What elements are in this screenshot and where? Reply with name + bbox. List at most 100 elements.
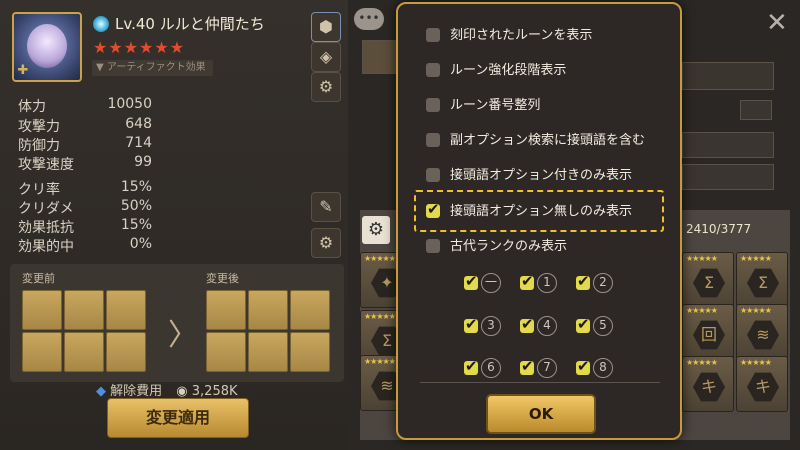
monster-level: Lv.40 [115, 15, 155, 33]
checkbox-checked[interactable] [464, 315, 478, 333]
checkbox-checked[interactable] [464, 272, 478, 290]
stat-label: 効果抵抗 [18, 220, 74, 236]
plus-icon: ✚ [17, 63, 29, 78]
rank-filter[interactable]: 2 [576, 272, 613, 293]
monster-name: ルルと仲間たち [159, 15, 265, 33]
rank-filter[interactable]: 6 [464, 357, 501, 378]
rune-item[interactable]: ★★★★★ ≋ [736, 304, 788, 360]
before-slot[interactable] [106, 290, 146, 330]
inventory-count: 2410/3777 [686, 222, 752, 236]
checkbox-checked[interactable] [464, 357, 478, 375]
checkbox-checked[interactable] [426, 200, 440, 218]
grindstone-tab-button[interactable]: ⚙ [311, 72, 341, 102]
artifact-effect-toggle[interactable]: ▼ アーティファクト効果 [92, 60, 213, 76]
after-slot[interactable] [206, 290, 246, 330]
rank-filter[interactable]: 4 [520, 315, 557, 336]
after-slot[interactable] [290, 290, 330, 330]
checkbox[interactable] [426, 62, 440, 77]
rune-stars: ★★★★★ [364, 254, 396, 263]
checkbox[interactable] [426, 238, 440, 253]
rune-icon: 回 [693, 320, 725, 350]
arrow-right-icon: 〉 [168, 318, 198, 353]
stat-value: 10050 [107, 96, 152, 112]
rune-icon: キ [693, 372, 725, 402]
rune-item[interactable]: ★★★★★ キ [682, 356, 734, 412]
divider [420, 382, 660, 383]
after-slot[interactable] [290, 332, 330, 372]
rune-item[interactable]: ★★★★★ キ [736, 356, 788, 412]
rune-icon: Σ [747, 268, 779, 298]
unlock-cost: ◆ 解除費用 ◉ 3,258K [96, 380, 238, 399]
after-slot[interactable] [206, 332, 246, 372]
option-label: 副オプション検索に接頭語を含む [450, 133, 646, 148]
set-dropdown[interactable] [682, 132, 774, 158]
monster-portrait[interactable]: ✚ [12, 12, 82, 82]
rank-filter[interactable]: 1 [520, 272, 557, 293]
stat-value: 50% [120, 198, 152, 214]
checkbox-checked[interactable] [520, 272, 534, 290]
monster-panel: ✚ Lv.40 ルルと仲間たち ★★★★★★ ▼ アーティファクト効果 体力 1… [0, 0, 348, 450]
stat-label: 体力 [18, 99, 46, 115]
checkbox-checked[interactable] [576, 272, 590, 290]
option-label: ルーン強化段階表示 [450, 63, 567, 78]
before-slot[interactable] [106, 332, 146, 372]
checkbox-checked[interactable] [576, 315, 590, 333]
rune-item[interactable]: ★★★★★ Σ [736, 252, 788, 308]
before-slot[interactable] [64, 332, 104, 372]
option-enhance-level[interactable]: ルーン強化段階表示 [426, 59, 566, 79]
stat-value: 15% [120, 179, 152, 195]
checkbox-checked[interactable] [520, 357, 534, 375]
rune-icon: Σ [693, 268, 725, 298]
rune-item[interactable]: ★★★★★ 回 [682, 304, 734, 360]
chat-icon[interactable]: ••• [354, 8, 384, 30]
checkbox[interactable] [426, 167, 440, 182]
rune-stars: ★★★★★ [686, 254, 718, 263]
apply-change-button[interactable]: 変更適用 [107, 398, 249, 438]
rune-icon: ≋ [747, 320, 779, 350]
stat-label: クリダメ [18, 201, 74, 217]
close-icon[interactable]: ✕ [766, 8, 788, 38]
option-ancient-rank-only[interactable]: 古代ランクのみ表示 [426, 235, 567, 255]
rank-number: 5 [593, 316, 613, 336]
artifact-tab-button[interactable]: ◈ [311, 42, 341, 72]
option-prefix-only[interactable]: 接頭語オプション付きのみ表示 [426, 164, 632, 184]
before-slot[interactable] [22, 332, 62, 372]
after-slot[interactable] [248, 332, 288, 372]
checkbox[interactable] [426, 132, 440, 147]
settings-gear-icon[interactable]: ⚙ [311, 228, 341, 258]
checkbox[interactable] [426, 27, 440, 42]
before-slot[interactable] [22, 290, 62, 330]
sort-dropdown[interactable] [682, 62, 774, 90]
rank-filter[interactable]: 7 [520, 357, 557, 378]
stat-label: 攻撃力 [18, 119, 60, 135]
option-no-prefix-only[interactable]: 接頭語オプション無しのみ表示 [426, 200, 632, 220]
rune-stars: ★★★★★ [740, 358, 772, 367]
rank-number: 2 [593, 273, 613, 293]
rank-filter[interactable]: 8 [576, 357, 613, 378]
rune-tab-button[interactable]: ⬢ [311, 12, 341, 42]
stat-label: クリ率 [18, 182, 60, 198]
edit-icon[interactable]: ✎ [311, 192, 341, 222]
option-label: 古代ランクのみ表示 [450, 239, 568, 254]
option-include-prefix-search[interactable]: 副オプション検索に接頭語を含む [426, 129, 645, 149]
rune-icon: キ [747, 372, 779, 402]
rank-filter[interactable]: 3 [464, 315, 501, 336]
rank-filter[interactable]: 5 [576, 315, 613, 336]
ok-button[interactable]: OK [486, 394, 596, 434]
rank-number: 1 [537, 273, 557, 293]
before-label: 変更前 [22, 272, 55, 285]
inventory-settings-icon[interactable]: ⚙ [362, 216, 390, 244]
before-slot[interactable] [64, 290, 104, 330]
slot-dropdown[interactable] [682, 164, 774, 190]
option-sort-by-number[interactable]: ルーン番号整列 [426, 94, 540, 114]
rune-item[interactable]: ★★★★★ Σ [682, 252, 734, 308]
crystal-icon: ◆ [96, 384, 106, 399]
grid-view-icon[interactable] [740, 100, 772, 120]
checkbox-checked[interactable] [520, 315, 534, 333]
after-slot[interactable] [248, 290, 288, 330]
checkbox[interactable] [426, 97, 440, 112]
stat-label: 防御力 [18, 138, 60, 154]
option-engraved-runes[interactable]: 刻印されたルーンを表示 [426, 24, 592, 44]
rank-filter[interactable]: 一 [464, 272, 501, 293]
checkbox-checked[interactable] [576, 357, 590, 375]
